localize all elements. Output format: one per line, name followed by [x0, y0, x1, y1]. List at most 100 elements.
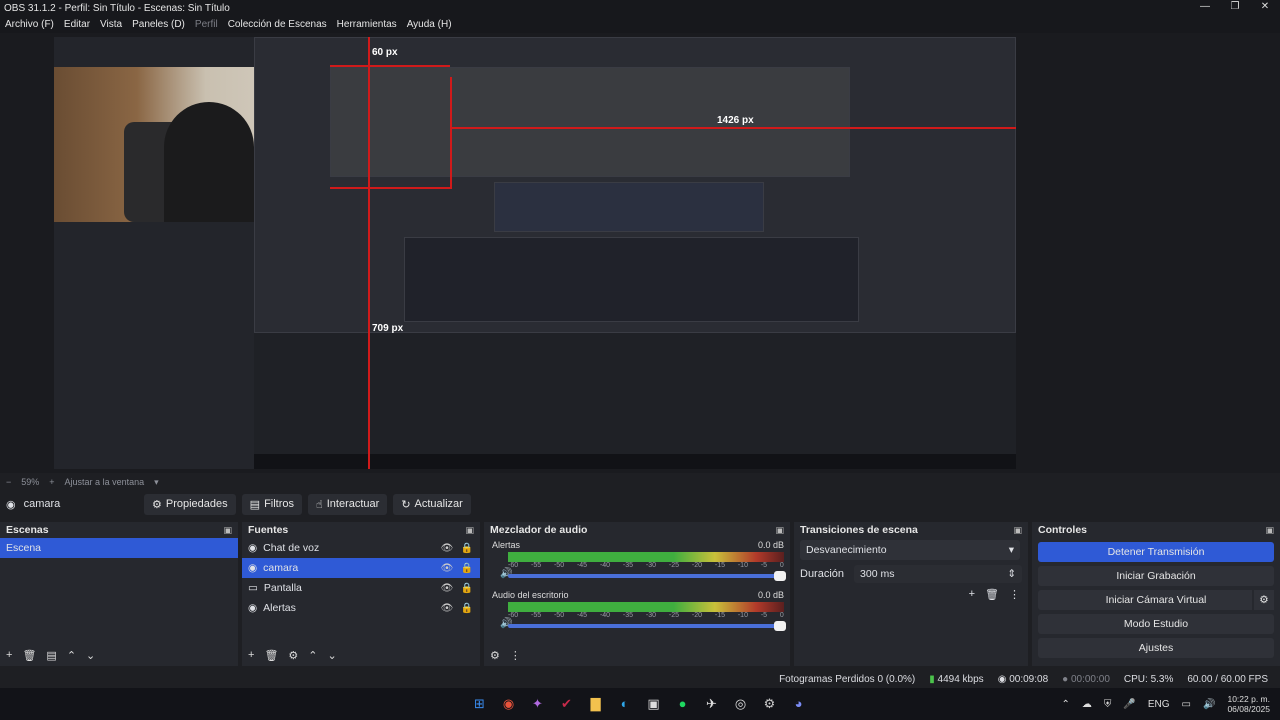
add-icon[interactable]: + — [6, 649, 12, 662]
tick: -15 — [714, 562, 725, 569]
transition-select[interactable]: Desvanecimiento ▾ — [800, 540, 1020, 560]
menu-ayuda[interactable]: Ayuda (H) — [402, 19, 457, 30]
slider-knob[interactable] — [774, 621, 786, 631]
source-name: Alertas — [263, 602, 296, 614]
filter-icon[interactable]: ▤ — [46, 649, 56, 662]
store-icon[interactable]: ▣ — [642, 692, 665, 715]
speaker-icon[interactable]: 🔊 — [1203, 699, 1215, 710]
undock-icon[interactable]: ▣ — [223, 525, 232, 536]
start-icon[interactable]: ⊞ — [468, 692, 491, 715]
status-bar: Fotogramas Perdidos 0 (0.0%) ▮ 4494 kbps… — [0, 670, 1280, 688]
lock-icon[interactable]: 🔒 — [460, 543, 474, 554]
lock-icon[interactable]: 🔒 — [460, 563, 474, 574]
undock-icon[interactable]: ▣ — [775, 525, 784, 536]
folder-icon[interactable]: ▇ — [584, 692, 607, 715]
arrow-down-icon[interactable]: ⌄ — [86, 649, 95, 662]
zoom-out-button[interactable]: − — [6, 477, 11, 487]
gear-icon[interactable]: ⚙ — [288, 649, 298, 662]
studio-mode-button[interactable]: Modo Estudio — [1038, 614, 1274, 634]
stop-stream-button[interactable]: Detener Transmisión — [1038, 542, 1274, 562]
menu-vista[interactable]: Vista — [95, 19, 127, 30]
chevron-up-icon[interactable]: ⌃ — [1062, 699, 1070, 710]
menu-perfil[interactable]: Perfil — [190, 19, 223, 30]
app-icon[interactable]: ✔ — [555, 692, 578, 715]
discord-icon[interactable]: ◕ — [787, 692, 810, 715]
add-icon[interactable]: + — [248, 649, 254, 662]
stepper-icon[interactable]: ⇕ — [1007, 568, 1016, 580]
source-item[interactable]: ▭ Pantalla 👁 🔒 — [242, 578, 480, 598]
network-icon[interactable]: ▭ — [1182, 699, 1191, 710]
controls-header: Controles — [1038, 524, 1088, 536]
context-bar: ◉ camara ⚙ Propiedades ▤ Filtros ☝ Interact… — [0, 492, 1280, 516]
camera-icon: ◉ — [248, 562, 258, 574]
more-icon[interactable]: ⋮ — [1009, 588, 1020, 601]
source-item[interactable]: ◉ Chat de voz 👁 🔒 — [242, 538, 480, 558]
maximize-button[interactable]: ❐ — [1220, 0, 1250, 16]
zoom-in-button[interactable]: + — [49, 477, 54, 487]
language-indicator[interactable]: ENG — [1148, 699, 1170, 710]
refresh-label: Actualizar — [414, 498, 463, 510]
add-icon[interactable]: + — [969, 588, 975, 601]
chevron-down-icon[interactable]: ▾ — [154, 477, 159, 488]
gear-icon[interactable]: ⚙ — [490, 649, 500, 662]
eye-icon[interactable]: 👁 — [440, 603, 454, 614]
undock-icon[interactable]: ▣ — [1265, 525, 1274, 536]
menu-archivo[interactable]: Archivo (F) — [0, 19, 59, 30]
gear-icon[interactable]: ⚙ — [1252, 590, 1274, 610]
lock-icon[interactable]: 🔒 — [460, 583, 474, 594]
refresh-button[interactable]: ↻ Actualizar — [393, 493, 471, 515]
shield-icon[interactable]: ⛨ — [1104, 699, 1112, 710]
fit-window-label[interactable]: Ajustar a la ventana — [65, 477, 145, 487]
trash-icon[interactable]: 🗑 — [264, 649, 278, 662]
steam-icon[interactable]: ✈ — [700, 692, 723, 715]
undock-icon[interactable]: ▣ — [1013, 525, 1022, 536]
close-button[interactable]: ✕ — [1250, 0, 1280, 16]
trash-icon[interactable]: 🗑 — [985, 588, 999, 601]
eye-icon[interactable]: 👁 — [440, 543, 454, 554]
interact-button[interactable]: ☝ Interactuar — [308, 493, 388, 515]
copilot-icon[interactable]: ✦ — [526, 692, 549, 715]
system-tray: ⌃ ☁ ⛨ 🎤 ENG ▭ 🔊 10:22 p. m. 06/08/2025 — [1062, 694, 1270, 714]
scene-item[interactable]: Escena — [0, 538, 238, 558]
volume-slider[interactable] — [508, 621, 786, 631]
more-icon[interactable]: ⋮ — [510, 649, 521, 662]
preview-area[interactable]: 60 px 1426 px 709 px — [0, 33, 1280, 473]
menu-paneles[interactable]: Paneles (D) — [127, 19, 190, 30]
clock[interactable]: 10:22 p. m. 06/08/2025 — [1227, 694, 1270, 714]
slider-knob[interactable] — [774, 571, 786, 581]
chrome-icon[interactable]: ◉ — [497, 692, 520, 715]
arrow-up-icon[interactable]: ⌃ — [308, 649, 317, 662]
menu-editar[interactable]: Editar — [59, 19, 95, 30]
window-title: OBS 31.1.2 - Perfil: Sin Título - Escena… — [4, 2, 230, 14]
minimize-button[interactable]: — — [1190, 0, 1220, 16]
refresh-icon: ↻ — [401, 498, 411, 511]
spotify-icon[interactable]: ● — [671, 692, 694, 715]
cloud-icon[interactable]: ☁ — [1082, 699, 1092, 710]
eye-icon[interactable]: 👁 — [440, 563, 454, 574]
sources-toolbar: + 🗑 ⚙ ⌃ ⌄ — [248, 649, 337, 662]
undock-icon[interactable]: ▣ — [465, 525, 474, 536]
preview-canvas[interactable]: 60 px 1426 px 709 px — [54, 37, 1016, 469]
virtual-camera-button[interactable]: Iniciar Cámara Virtual ⚙ — [1038, 590, 1274, 610]
settings-button[interactable]: Ajustes — [1038, 638, 1274, 658]
source-item[interactable]: ◉ camara 👁 🔒 — [242, 558, 480, 578]
properties-button[interactable]: ⚙ Propiedades — [144, 493, 236, 515]
filters-button[interactable]: ▤ Filtros — [241, 493, 303, 515]
volume-slider[interactable] — [508, 571, 786, 581]
lock-icon[interactable]: 🔒 — [460, 603, 474, 614]
source-name: Pantalla — [263, 582, 302, 594]
menu-bar: Archivo (F) Editar Vista Paneles (D) Per… — [0, 16, 1280, 33]
settings-icon[interactable]: ⚙ — [758, 692, 781, 715]
obs-icon[interactable]: ◎ — [729, 692, 752, 715]
edge-icon[interactable]: ◐ — [613, 692, 636, 715]
trash-icon[interactable]: 🗑 — [22, 649, 36, 662]
arrow-up-icon[interactable]: ⌃ — [67, 649, 76, 662]
start-recording-button[interactable]: Iniciar Grabación — [1038, 566, 1274, 586]
arrow-down-icon[interactable]: ⌄ — [328, 649, 337, 662]
source-item[interactable]: ◉ Alertas 👁 🔒 — [242, 598, 480, 618]
menu-herramientas[interactable]: Herramientas — [332, 19, 402, 30]
mic-icon[interactable]: 🎤 — [1123, 699, 1135, 710]
duration-field[interactable]: 300 ms ⇕ — [854, 565, 1022, 583]
menu-coleccion[interactable]: Colección de Escenas — [223, 19, 332, 30]
eye-icon[interactable]: 👁 — [440, 583, 454, 594]
